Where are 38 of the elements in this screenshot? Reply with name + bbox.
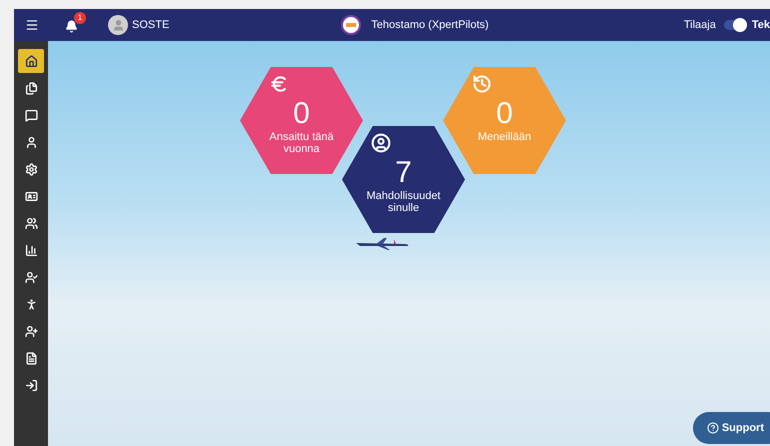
logo-icon — [341, 15, 362, 35]
role-toggle[interactable] — [724, 20, 746, 30]
stat-value: 7 — [395, 156, 412, 190]
euro-icon — [269, 74, 289, 94]
stat-value: 0 — [293, 97, 310, 131]
support-button[interactable]: Support — [692, 412, 770, 444]
home-icon — [24, 54, 38, 68]
person-check-icon — [24, 270, 38, 284]
user-circle-icon — [371, 133, 391, 153]
toggle-right-label: Tek — [752, 18, 770, 33]
documents-icon — [24, 82, 38, 94]
add-person-icon — [24, 324, 38, 338]
airplane-drawing — [354, 235, 410, 251]
toggle-left-label: Tilaaja — [684, 18, 716, 33]
sidebar-item[interactable] — [18, 49, 44, 73]
user-name: SOSTE — [132, 18, 170, 33]
chart-icon — [24, 244, 38, 256]
stat-label: Mahdollisuudet sinulle — [366, 190, 442, 214]
login-icon — [24, 378, 38, 392]
stat-label: Ansaittu tänä vuonna — [268, 131, 335, 155]
chat-icon — [24, 108, 38, 122]
notifications-button[interactable]: 1 — [64, 12, 86, 34]
history-icon — [472, 74, 492, 94]
person-icon — [24, 136, 38, 148]
avatar-icon — [108, 15, 128, 35]
stat-tile[interactable]: 7 Mahdollisuudet sinulle — [342, 126, 465, 233]
settings-icon — [24, 162, 38, 176]
notification-badge: 1 — [74, 12, 86, 24]
stat-label: Meneillään — [476, 131, 532, 143]
stat-value: 0 — [496, 97, 513, 131]
stat-tile[interactable]: 0 Meneillään — [443, 67, 566, 174]
bell-icon — [65, 20, 78, 33]
workspace-title: Tehostamo (XpertPilots) — [371, 18, 489, 33]
card-icon — [24, 190, 38, 202]
stat-tile[interactable]: 0 Ansaittu tänä vuonna — [240, 67, 363, 174]
file-icon — [24, 352, 38, 364]
people-icon — [24, 216, 38, 230]
help-icon — [706, 422, 719, 434]
